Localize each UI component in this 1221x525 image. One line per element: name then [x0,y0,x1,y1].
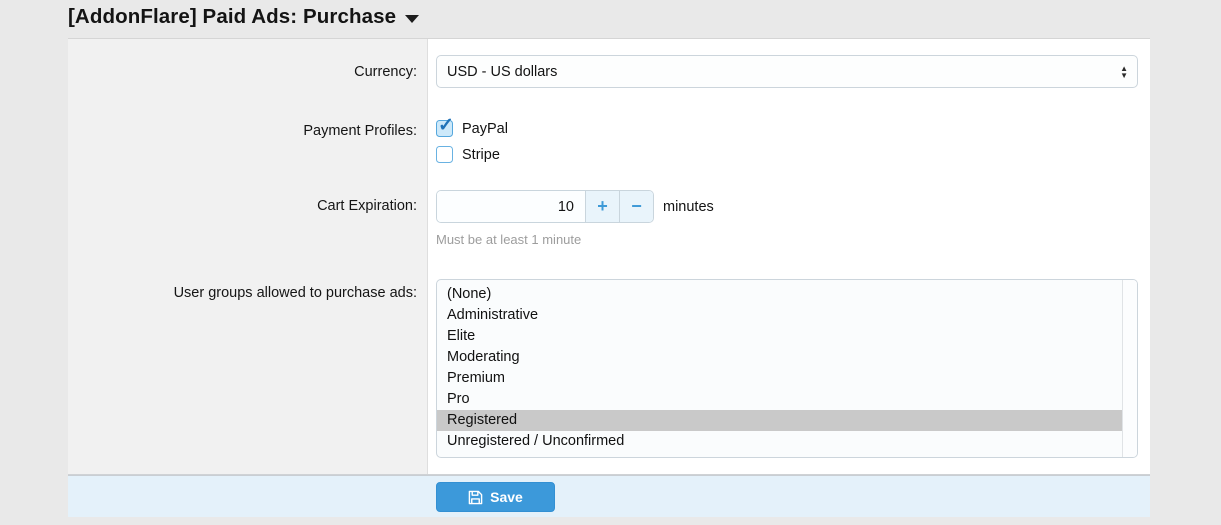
save-button[interactable]: Save [436,482,555,512]
user-group-option[interactable]: Elite [437,326,1122,347]
currency-select[interactable]: USD - US dollars ▲▼ [436,55,1138,88]
currency-label: Currency: [68,39,428,106]
user-groups-row: User groups allowed to purchase ads: (No… [68,266,1150,474]
currency-row: Currency: USD - US dollars ▲▼ [68,39,1150,106]
save-floppy-icon [468,490,483,505]
cart-expiration-stepper: + − [436,190,654,223]
user-group-option[interactable]: Administrative [437,305,1122,326]
save-button-label: Save [490,489,523,505]
decrement-button[interactable]: − [619,191,653,222]
user-group-option[interactable]: Unregistered / Unconfirmed [437,431,1122,452]
payment-profile-option-label: PayPal [462,121,508,137]
user-groups-options: (None)AdministrativeEliteModeratingPremi… [437,284,1122,452]
payment-profile-option[interactable]: Stripe [436,146,1138,163]
settings-form: Currency: USD - US dollars ▲▼ Payment Pr… [68,38,1150,475]
cart-expiration-label: Cart Expiration: [68,182,428,266]
checkbox-checked-icon[interactable] [436,120,453,137]
user-groups-listbox: (None)AdministrativeEliteModeratingPremi… [436,279,1138,458]
user-group-option[interactable]: (None) [437,284,1122,305]
payment-profiles-group: PayPal Stripe [436,120,1138,163]
payment-profiles-row: Payment Profiles: PayPal Stripe [68,106,1150,182]
cart-expiration-hint: Must be at least 1 minute [436,232,1138,247]
user-group-option[interactable]: Moderating [437,347,1122,368]
listbox-scrollbar[interactable] [1122,280,1137,457]
page-title: [AddonFlare] Paid Ads: Purchase [68,5,396,29]
currency-select-value: USD - US dollars [447,64,557,80]
increment-button[interactable]: + [585,191,619,222]
page-title-menu[interactable]: [AddonFlare] Paid Ads: Purchase [68,2,1221,32]
payment-profile-option[interactable]: PayPal [436,120,1138,137]
cart-expiration-row: Cart Expiration: + − minutes Must be at … [68,182,1150,266]
chevron-down-icon [405,15,419,23]
payment-profile-option-label: Stripe [462,147,500,163]
select-updown-icon: ▲▼ [1120,65,1128,79]
unit-label: minutes [663,199,714,215]
cart-expiration-input[interactable] [437,191,585,222]
checkbox-unchecked-icon[interactable] [436,146,453,163]
user-group-option[interactable]: Premium [437,368,1122,389]
form-footer: Save [68,475,1150,517]
user-group-option[interactable]: Pro [437,389,1122,410]
payment-profiles-label: Payment Profiles: [68,106,428,182]
user-group-option[interactable]: Registered [437,410,1122,431]
user-groups-label: User groups allowed to purchase ads: [68,266,428,474]
